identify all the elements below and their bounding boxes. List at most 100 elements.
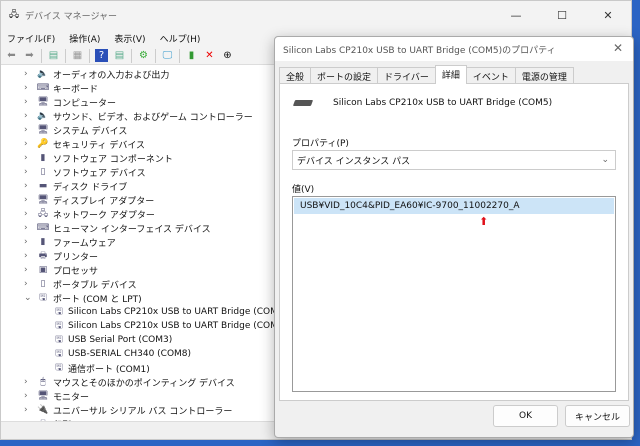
tree-item-label: プロセッサ [53,266,99,277]
chevron-right-icon[interactable]: › [24,69,34,79]
enable-device-icon[interactable]: ▮ [185,49,198,62]
tree-item-label: サウンド、ビデオ、およびゲーム コントローラー [53,112,253,123]
divider [155,48,156,63]
action-pane-icon[interactable]: ▤ [113,49,126,62]
chevron-right-icon[interactable]: › [24,153,34,163]
tree-item-label: プリンター [53,252,99,263]
maximize-button[interactable]: ☐ [539,1,585,29]
tree-item-label: 通信ポート (COM1) [68,364,150,375]
cancel-button[interactable]: キャンセル [565,405,630,427]
chevron-right-icon[interactable]: › [24,83,34,93]
chevron-right-icon[interactable]: › [24,251,34,261]
scan-hardware-icon[interactable]: 🖵 [161,49,174,62]
chevron-right-icon[interactable]: › [24,97,34,107]
chevron-right-icon[interactable]: › [24,125,34,135]
tree-item-label: ファームウェア [53,238,116,249]
dialog-close-icon[interactable]: ✕ [613,41,623,55]
tree-item-label: キーボード [53,84,99,95]
tab-bar: 全般 ポートの設定 ドライバー 詳細 イベント 電源の管理 [279,65,574,84]
minimize-button[interactable]: — [493,1,539,29]
device-category-icon: ▬ [38,181,48,191]
device-category-icon: 🖫 [55,321,63,331]
value-row[interactable]: USB¥VID_10C4&PID_EA60¥IC-9700_11002270_A [294,198,614,214]
chevron-right-icon[interactable]: › [24,405,34,415]
uninstall-icon[interactable]: ✕ [203,49,216,62]
chevron-right-icon[interactable]: › [24,265,34,275]
chevron-right-icon[interactable]: › [24,195,34,205]
tree-item-label: ユニバーサル シリアル バス コントローラー [53,406,233,417]
device-category-icon: ▣ [38,265,48,275]
tab-general[interactable]: 全般 [279,67,312,84]
device-category-icon: ⌨ [36,223,50,233]
tree-item-label: USB Serial Port (COM3) [68,335,173,345]
device-category-icon: 🖧 [37,209,49,219]
update-driver-icon[interactable]: ⚙ [137,49,150,62]
disable-device-icon[interactable]: ⊕ [221,49,234,62]
chevron-right-icon[interactable]: › [24,181,34,191]
device-category-icon: 🔑 [37,139,49,149]
menu-action[interactable]: 操作(A) [69,32,100,45]
device-category-icon: 🖫 [55,335,63,345]
back-icon[interactable]: ⬅ [5,49,18,62]
tab-driver[interactable]: ドライバー [377,67,436,84]
chevron-right-icon[interactable]: › [24,279,34,289]
tree-item-label: ネットワーク アダプター [53,210,155,221]
device-category-icon: 🔈 [37,111,49,121]
device-manager-icon: 🖧 [9,10,20,20]
show-hide-console-tree-icon[interactable]: ▤ [47,49,60,62]
device-category-icon: 🖫 [55,307,63,317]
tab-power-management[interactable]: 電源の管理 [514,67,574,84]
device-category-icon: 🖥 [37,391,49,401]
device-category-icon: 🖫 [55,349,63,359]
chevron-right-icon[interactable]: › [24,391,34,401]
menu-file[interactable]: ファイル(F) [7,32,55,45]
menu-help[interactable]: ヘルプ(H) [160,32,201,45]
chevron-right-icon[interactable]: › [24,209,34,219]
chevron-right-icon[interactable]: › [24,139,34,149]
device-name: Silicon Labs CP210x USB to UART Bridge (… [333,98,553,108]
tree-item-label: モニター [53,392,90,403]
property-select-value: デバイス インスタンス パス [297,156,411,167]
chevron-right-icon[interactable]: › [24,237,34,247]
device-category-icon: 🔌 [37,405,49,415]
properties-icon[interactable]: ▦ [71,49,84,62]
properties-dialog: Silicon Labs CP210x USB to UART Bridge (… [274,36,634,438]
tree-item-label: システム デバイス [53,126,128,137]
tab-port-settings[interactable]: ポートの設定 [310,67,379,84]
menu-view[interactable]: 表示(V) [114,32,145,45]
chevron-right-icon[interactable]: › [24,223,34,233]
chevron-down-icon[interactable]: ⌄ [24,293,34,303]
tree-item-label: Silicon Labs CP210x USB to UART Bridge (… [68,321,288,331]
device-category-icon: ▮ [40,153,46,163]
dialog-title: Silicon Labs CP210x USB to UART Bridge (… [275,37,633,61]
device-category-icon: 🖫 [39,293,47,303]
device-category-icon: ▮ [40,237,46,247]
tab-details[interactable]: 詳細 [434,65,467,84]
forward-icon[interactable]: ➡ [23,49,36,62]
divider [89,48,90,63]
chevron-right-icon[interactable]: › [24,111,34,121]
red-arrow-annotation-icon: ⬆ [479,215,489,228]
chevron-right-icon[interactable]: › [24,167,34,177]
ok-button[interactable]: OK [493,405,558,427]
device-category-icon: 🖫 [55,363,63,373]
tab-events[interactable]: イベント [465,67,516,84]
close-button[interactable]: ✕ [585,1,631,29]
device-category-icon: ⌨ [36,83,50,93]
property-select[interactable]: デバイス インスタンス パス ⌄ [292,150,616,170]
tree-item-label: マウスとそのほかのポインティング デバイス [53,378,235,389]
tree-item-label: Silicon Labs CP210x USB to UART Bridge (… [68,307,288,317]
tree-item-label: ソフトウェア デバイス [53,168,146,179]
device-category-icon: 🖥 [37,97,49,107]
device-category-icon: 🖥 [37,195,49,205]
property-label: プロパティ(P) [292,139,349,149]
device-category-icon: ▯ [40,167,46,177]
chevron-right-icon[interactable]: › [24,377,34,387]
port-device-icon [292,100,314,106]
divider [41,48,42,63]
chevron-down-icon: ⌄ [601,155,609,165]
value-list[interactable]: USB¥VID_10C4&PID_EA60¥IC-9700_11002270_A [292,196,616,392]
help-icon[interactable]: ? [95,49,108,62]
divider [131,48,132,63]
device-category-icon: 🔈 [37,69,49,79]
